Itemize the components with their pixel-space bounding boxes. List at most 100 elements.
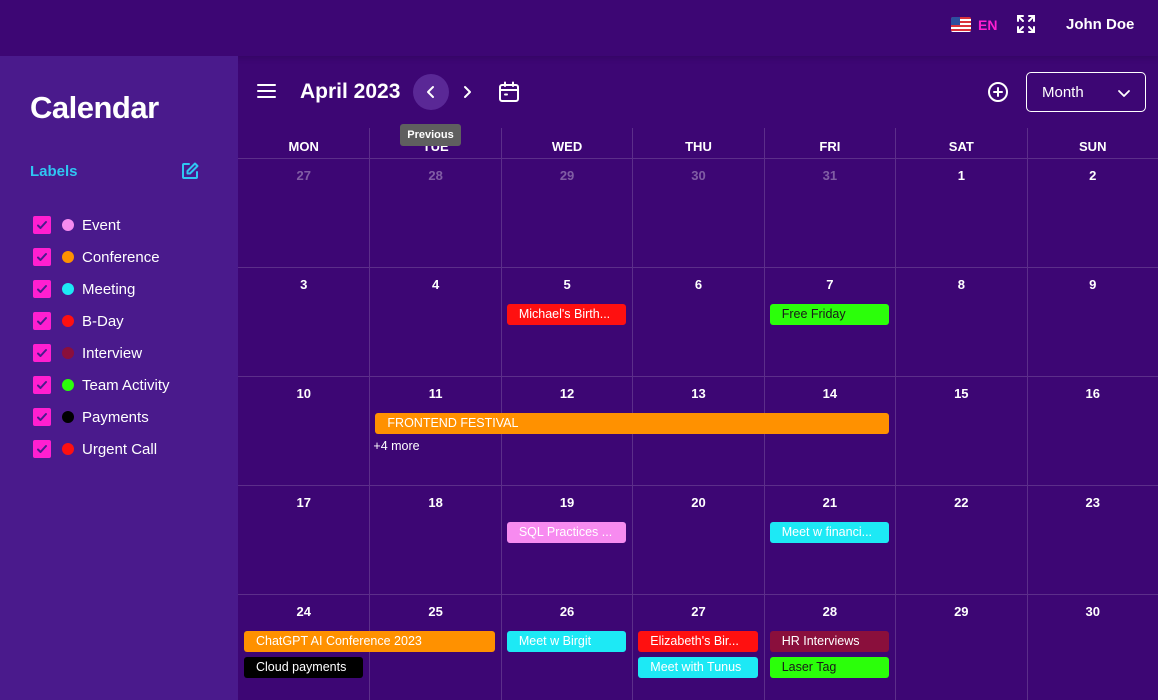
label-item[interactable]: Interview (33, 337, 170, 369)
day-number[interactable]: 3 (238, 277, 369, 292)
day-number[interactable]: 7 (765, 277, 895, 292)
day-number[interactable]: 2 (1028, 168, 1158, 183)
edit-labels-icon[interactable] (181, 162, 199, 180)
label-checkbox[interactable] (33, 216, 51, 234)
label-checkbox[interactable] (33, 248, 51, 266)
day-number[interactable]: 30 (633, 168, 763, 183)
label-item[interactable]: Conference (33, 241, 170, 273)
day-number[interactable]: 4 (370, 277, 500, 292)
day-number[interactable]: 22 (896, 495, 1026, 510)
day-number[interactable]: 24 (238, 604, 369, 619)
label-item[interactable]: Meeting (33, 273, 170, 305)
label-checkbox[interactable] (33, 440, 51, 458)
add-event-icon[interactable] (987, 81, 1009, 103)
day-cell[interactable]: 30 (1026, 595, 1158, 700)
calendar-event[interactable]: Meet w financi... (769, 522, 890, 543)
day-cell[interactable]: 28 (369, 159, 500, 267)
day-number[interactable]: 28 (370, 168, 500, 183)
day-number[interactable]: 18 (370, 495, 500, 510)
day-number[interactable]: 23 (1028, 495, 1158, 510)
calendar-event[interactable]: Elizabeth's Bir... (638, 631, 758, 652)
label-checkbox[interactable] (33, 344, 51, 362)
more-events-link[interactable]: +4 more (373, 439, 419, 453)
day-number[interactable]: 27 (633, 604, 763, 619)
day-number[interactable]: 20 (633, 495, 763, 510)
day-number[interactable]: 12 (502, 386, 632, 401)
day-cell[interactable]: 18 (369, 486, 500, 594)
day-cell[interactable]: 20 (632, 486, 763, 594)
day-number[interactable]: 9 (1028, 277, 1158, 292)
day-number[interactable]: 28 (765, 604, 895, 619)
day-number[interactable]: 13 (633, 386, 763, 401)
day-number[interactable]: 29 (896, 604, 1026, 619)
day-cell[interactable]: 6 (632, 268, 763, 376)
day-cell[interactable]: 22 (895, 486, 1026, 594)
day-cell[interactable]: 2 (1026, 159, 1158, 267)
calendar-event[interactable]: SQL Practices ... (506, 522, 627, 543)
day-cell[interactable]: 15 (895, 377, 1026, 485)
fullscreen-icon[interactable] (1016, 14, 1036, 34)
calendar-event[interactable]: FRONTEND FESTIVAL (375, 413, 890, 434)
weekday-label: SAT (895, 128, 1026, 158)
label-item[interactable]: Team Activity (33, 369, 170, 401)
label-color-dot (62, 347, 74, 359)
label-item[interactable]: B-Day (33, 305, 170, 337)
calendar-event[interactable]: Cloud payments (244, 657, 364, 678)
day-number[interactable]: 26 (502, 604, 632, 619)
day-cell[interactable]: 3 (238, 268, 369, 376)
calendar-event[interactable]: Laser Tag (769, 657, 890, 678)
checkmark-icon (37, 349, 47, 357)
day-number[interactable]: 21 (765, 495, 895, 510)
us-flag-icon[interactable] (951, 17, 971, 32)
day-cell[interactable]: 16 (1026, 377, 1158, 485)
day-number[interactable]: 6 (633, 277, 763, 292)
menu-icon[interactable] (257, 83, 276, 99)
next-button[interactable] (456, 80, 478, 104)
day-cell[interactable]: 31 (763, 159, 895, 267)
day-number[interactable]: 29 (502, 168, 632, 183)
day-cell[interactable]: 1 (895, 159, 1026, 267)
calendar-icon[interactable] (498, 81, 520, 103)
label-item[interactable]: Event (33, 209, 170, 241)
day-cell[interactable]: 29 (895, 595, 1026, 700)
calendar-event[interactable]: Meet w Birgit (506, 631, 627, 652)
day-number[interactable]: 27 (238, 168, 369, 183)
day-number[interactable]: 10 (238, 386, 369, 401)
day-cell[interactable]: 27 (238, 159, 369, 267)
day-cell[interactable]: 10 (238, 377, 369, 485)
day-cell[interactable]: 8 (895, 268, 1026, 376)
user-name[interactable]: John Doe (1066, 16, 1134, 33)
view-select[interactable]: Month (1026, 72, 1146, 112)
day-number[interactable]: 1 (896, 168, 1026, 183)
day-number[interactable]: 15 (896, 386, 1026, 401)
calendar-event[interactable]: Michael's Birth... (506, 304, 627, 325)
day-number[interactable]: 8 (896, 277, 1026, 292)
language-selector[interactable]: EN (978, 17, 997, 33)
day-number[interactable]: 31 (765, 168, 895, 183)
day-cell[interactable]: 9 (1026, 268, 1158, 376)
day-number[interactable]: 25 (370, 604, 500, 619)
day-number[interactable]: 19 (502, 495, 632, 510)
calendar-event[interactable]: Free Friday (769, 304, 890, 325)
label-checkbox[interactable] (33, 312, 51, 330)
previous-button[interactable] (413, 74, 449, 110)
calendar-event[interactable]: HR Interviews (769, 631, 890, 652)
label-item[interactable]: Payments (33, 401, 170, 433)
day-number[interactable]: 16 (1028, 386, 1158, 401)
calendar-event[interactable]: Meet with Tunus (638, 657, 758, 678)
day-number[interactable]: 5 (502, 277, 632, 292)
day-cell[interactable]: 17 (238, 486, 369, 594)
day-number[interactable]: 11 (370, 386, 500, 401)
label-checkbox[interactable] (33, 376, 51, 394)
label-checkbox[interactable] (33, 280, 51, 298)
label-item[interactable]: Urgent Call (33, 433, 170, 465)
day-number[interactable]: 14 (765, 386, 895, 401)
label-checkbox[interactable] (33, 408, 51, 426)
day-cell[interactable]: 30 (632, 159, 763, 267)
day-number[interactable]: 30 (1028, 604, 1158, 619)
calendar-event[interactable]: ChatGPT AI Conference 2023 (244, 631, 495, 652)
day-cell[interactable]: 29 (500, 159, 632, 267)
day-number[interactable]: 17 (238, 495, 369, 510)
day-cell[interactable]: 23 (1026, 486, 1158, 594)
day-cell[interactable]: 4 (369, 268, 500, 376)
